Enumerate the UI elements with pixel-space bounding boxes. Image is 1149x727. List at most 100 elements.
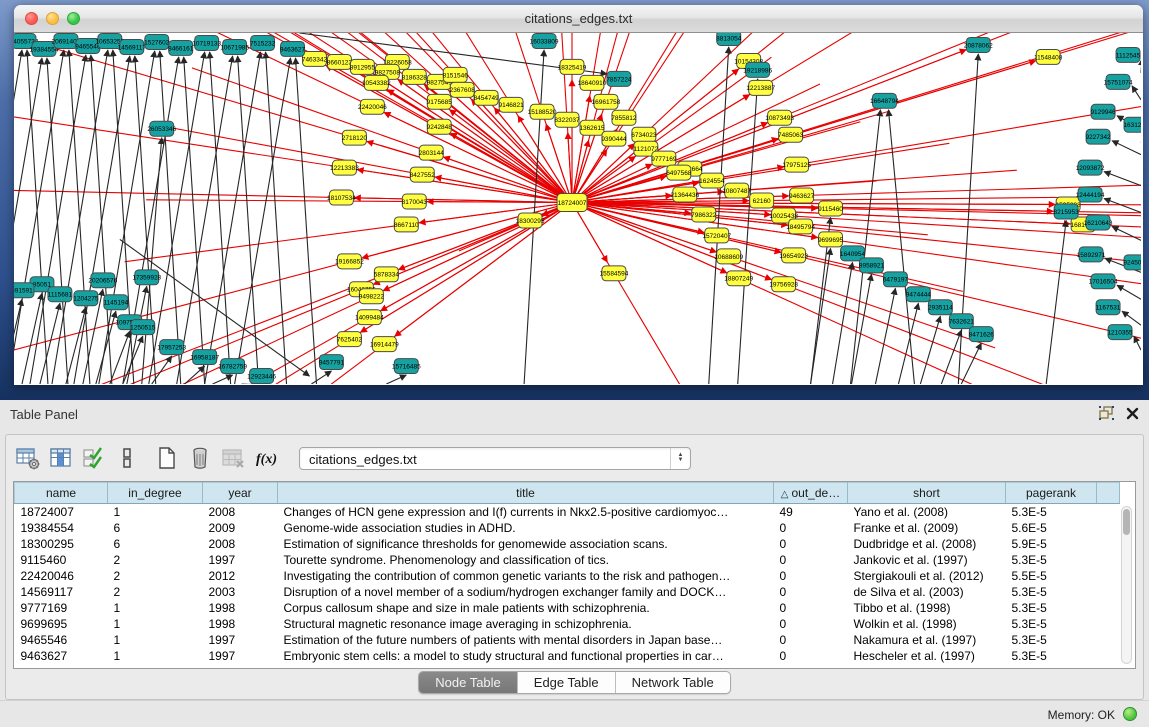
graph-node[interactable]: 16782759 [218, 359, 247, 374]
float-panel-button[interactable] [1099, 406, 1114, 420]
graph-node[interactable]: 1362615 [579, 120, 605, 135]
graph-node[interactable]: 6734023 [631, 127, 657, 142]
graph-node[interactable]: 10671985 [220, 39, 249, 54]
close-panel-button[interactable] [1126, 407, 1139, 420]
table-cell[interactable]: 19384554 [15, 520, 108, 536]
table-scrollbar-thumb[interactable] [1123, 509, 1130, 535]
table-cell[interactable]: Tourette syndrome. Phenomenology and cla… [278, 552, 774, 568]
delete-column-button[interactable] [186, 444, 214, 472]
graph-node[interactable]: 5878334 [374, 267, 400, 282]
table-cell[interactable]: 18300295 [15, 536, 108, 552]
column-header-in_degree[interactable]: in_degree [108, 483, 203, 504]
table-cell[interactable]: Nakamura et al. (1997) [848, 632, 1006, 648]
table-selector-dropdown[interactable]: citations_edges.txt ▲▼ [299, 447, 691, 470]
graph-node[interactable]: 16033809 [530, 33, 559, 48]
graph-node[interactable]: 9242848 [427, 119, 453, 134]
table-cell[interactable]: 9115460 [15, 552, 108, 568]
table-cell[interactable]: Wolkin et al. (1998) [848, 616, 1006, 632]
column-header-title[interactable]: title [278, 483, 774, 504]
graph-node[interactable]: 18495794 [786, 219, 815, 234]
graph-node[interactable]: 2718120 [342, 130, 368, 145]
table-cell[interactable]: 1 [108, 616, 203, 632]
table-cell[interactable]: 0 [774, 520, 848, 536]
graph-node[interactable]: 9175685 [427, 94, 453, 109]
table-cell[interactable]: 1997 [203, 648, 278, 664]
graph-node[interactable]: 10543382 [362, 75, 391, 90]
graph-node[interactable]: 12923446 [247, 369, 276, 384]
graph-node[interactable]: 8170043 [402, 194, 428, 209]
network-canvas-area[interactable]: 1872400718300295746334286601238912955182… [14, 33, 1143, 385]
graph-node[interactable]: 9129946 [1090, 104, 1116, 119]
graph-node[interactable]: 62160 [750, 193, 774, 208]
column-header-short[interactable]: short [848, 483, 1006, 504]
graph-node[interactable]: 8151546 [443, 67, 469, 82]
graph-node[interactable]: 19654923 [779, 248, 808, 263]
graph-node[interactable]: 15188520 [528, 104, 557, 119]
table-cell[interactable]: Stergiakouli et al. (2012) [848, 568, 1006, 584]
graph-node[interactable]: 9146821 [499, 97, 525, 112]
graph-node[interactable]: 19218986 [743, 62, 772, 77]
table-cell[interactable]: Genome-wide association studies in ADHD. [278, 520, 774, 536]
select-columns-button[interactable] [80, 444, 108, 472]
graph-node[interactable]: 19756928 [769, 277, 798, 292]
table-mode-button[interactable] [14, 444, 42, 472]
graph-node[interactable]: 20878062 [964, 37, 993, 52]
graph-node[interactable]: 16914479 [370, 337, 399, 352]
graph-node[interactable]: 17359928 [132, 270, 161, 285]
table-cell[interactable]: Corpus callosum shape and size in male p… [278, 600, 774, 616]
graph-node[interactable]: 9474444 [906, 287, 932, 302]
graph-node[interactable]: 9115460 [818, 201, 843, 216]
table-cell[interactable]: 14569117 [15, 584, 108, 600]
table-cell[interactable]: 1997 [203, 632, 278, 648]
graph-node[interactable]: 8813054 [716, 33, 742, 45]
table-cell[interactable]: 0 [774, 584, 848, 600]
table-cell[interactable]: 5.5E-5 [1006, 568, 1097, 584]
table-row[interactable]: 2242004622012Investigating the contribut… [15, 568, 1120, 584]
graph-node[interactable]: 18107534 [327, 190, 356, 205]
create-column-button[interactable] [153, 444, 181, 472]
table-cell[interactable]: 1997 [203, 552, 278, 568]
column-header-out_de[interactable]: △out_de… [774, 483, 848, 504]
table-cell[interactable]: Investigating the contribution of common… [278, 568, 774, 584]
tab-node-table[interactable]: Node Table [419, 672, 518, 693]
function-builder-button[interactable]: f(x) [252, 444, 280, 472]
table-cell[interactable]: Jankovic et al. (1997) [848, 552, 1006, 568]
graph-node[interactable]: 10807487 [722, 183, 751, 198]
graph-node[interactable]: 12213887 [746, 80, 775, 95]
table-cell[interactable]: Changes of HCN gene expression and I(f) … [278, 504, 774, 520]
graph-node[interactable]: 8215953 [1054, 204, 1080, 219]
table-cell[interactable]: 2 [108, 568, 203, 584]
table-cell[interactable]: 0 [774, 568, 848, 584]
graph-node[interactable]: 6497568 [666, 165, 692, 180]
graph-node[interactable]: 12213383 [330, 160, 359, 175]
graph-node[interactable]: 9245012 [1123, 255, 1141, 270]
tab-network-table[interactable]: Network Table [616, 672, 730, 693]
graph-node[interactable]: 9777169 [651, 151, 677, 166]
table-cell[interactable]: 2009 [203, 520, 278, 536]
graph-node[interactable]: 9390444 [601, 131, 627, 146]
graph-node[interactable]: 7485063 [778, 127, 804, 142]
table-cell[interactable]: 0 [774, 648, 848, 664]
table-cell[interactable]: 18724007 [15, 504, 108, 520]
graph-node[interactable]: 7463342 [302, 51, 328, 66]
table-cell[interactable]: 9465546 [15, 632, 108, 648]
table-cell[interactable]: 5.3E-5 [1006, 552, 1097, 568]
table-cell[interactable]: Embryonic stem cells: a model to study s… [278, 648, 774, 664]
table-cell[interactable]: 1 [108, 504, 203, 520]
graph-node[interactable]: 15720407 [702, 228, 731, 243]
graph-node[interactable]: 15892971 [1077, 247, 1106, 262]
table-cell[interactable]: 2 [108, 552, 203, 568]
graph-node[interactable]: 8958921 [859, 258, 885, 273]
graph-node[interactable]: 1204275 [73, 291, 99, 306]
graph-node[interactable]: 9699695 [818, 232, 844, 247]
graph-node[interactable]: 7857224 [606, 71, 632, 86]
graph-node[interactable]: 1210355 [1107, 325, 1133, 340]
graph-node[interactable]: 18640910 [578, 75, 607, 90]
graph-node[interactable]: 8466161 [168, 40, 194, 55]
graph-node[interactable]: 8660123 [327, 54, 353, 69]
graph-node[interactable]: 21364436 [670, 187, 699, 202]
graph-node[interactable]: 8186328 [402, 69, 428, 84]
table-cell[interactable]: 2 [108, 584, 203, 600]
table-cell[interactable]: 2003 [203, 584, 278, 600]
table-cell[interactable]: de Silva et al. (2003) [848, 584, 1006, 600]
